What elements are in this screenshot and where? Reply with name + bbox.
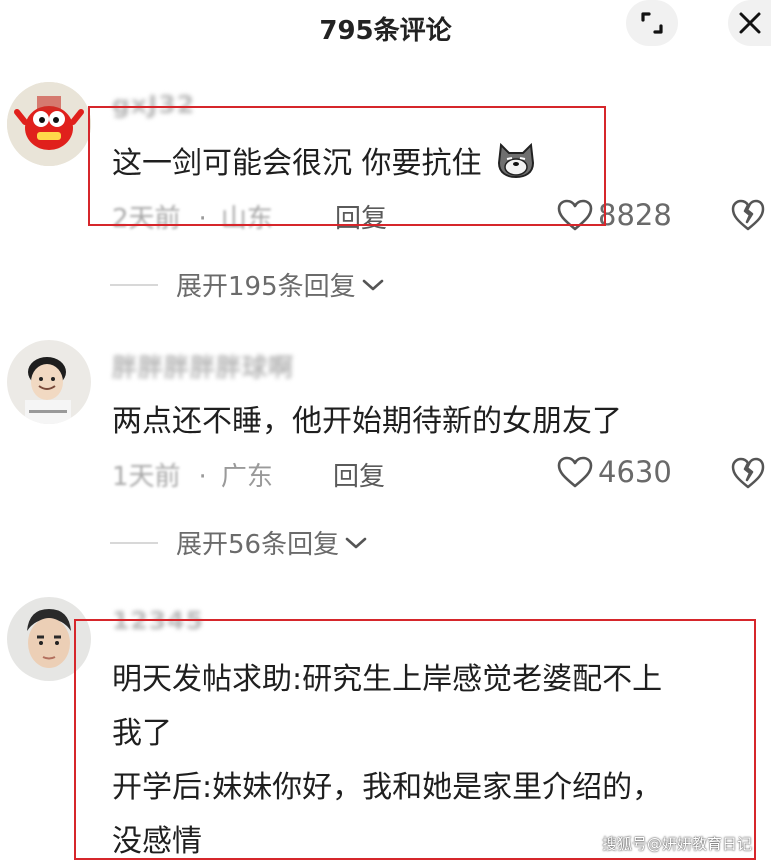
like-count: 4630 <box>598 455 672 489</box>
comment-time: 1天前 <box>112 462 181 492</box>
comment-location: 广东 <box>220 462 273 492</box>
expand-replies-label: 展开56条回复 <box>176 530 340 560</box>
broken-heart-icon[interactable] <box>730 456 766 490</box>
avatar-image <box>7 340 91 424</box>
close-button[interactable] <box>728 0 771 46</box>
reply-button[interactable]: 回复 <box>333 456 385 493</box>
expand-replies[interactable]: 展开56条回复 <box>110 524 369 561</box>
close-icon <box>739 12 760 34</box>
divider-line <box>110 541 158 544</box>
like-count: 8828 <box>598 198 672 232</box>
avatar[interactable] <box>7 82 91 166</box>
heart-icon <box>557 456 593 488</box>
highlight-box <box>74 619 756 860</box>
expand-replies-label: 展开195条回复 <box>176 272 356 302</box>
chevron-down-icon <box>362 279 383 290</box>
chevron-down-icon <box>345 537 367 548</box>
like-button[interactable]: 4630 <box>556 452 672 492</box>
watermark: 搜狐号@妍妍教育日记 <box>602 835 753 853</box>
highlight-box <box>88 106 606 226</box>
avatar-image <box>7 82 91 166</box>
expand-replies[interactable]: 展开195条回复 <box>110 266 386 303</box>
comment-text: 两点还不睡，他开始期待新的女朋友了 <box>112 404 622 439</box>
avatar[interactable] <box>7 340 91 424</box>
comment-meta: 1天前 · 广东 <box>112 462 273 492</box>
expand-button[interactable] <box>626 0 678 46</box>
divider-line <box>110 283 158 286</box>
broken-heart-icon[interactable] <box>730 198 766 232</box>
comments-header: 795条评论 <box>0 0 771 58</box>
expand-icon <box>641 12 663 34</box>
username[interactable]: 胖胖胖胖胖球啊 <box>112 348 294 384</box>
